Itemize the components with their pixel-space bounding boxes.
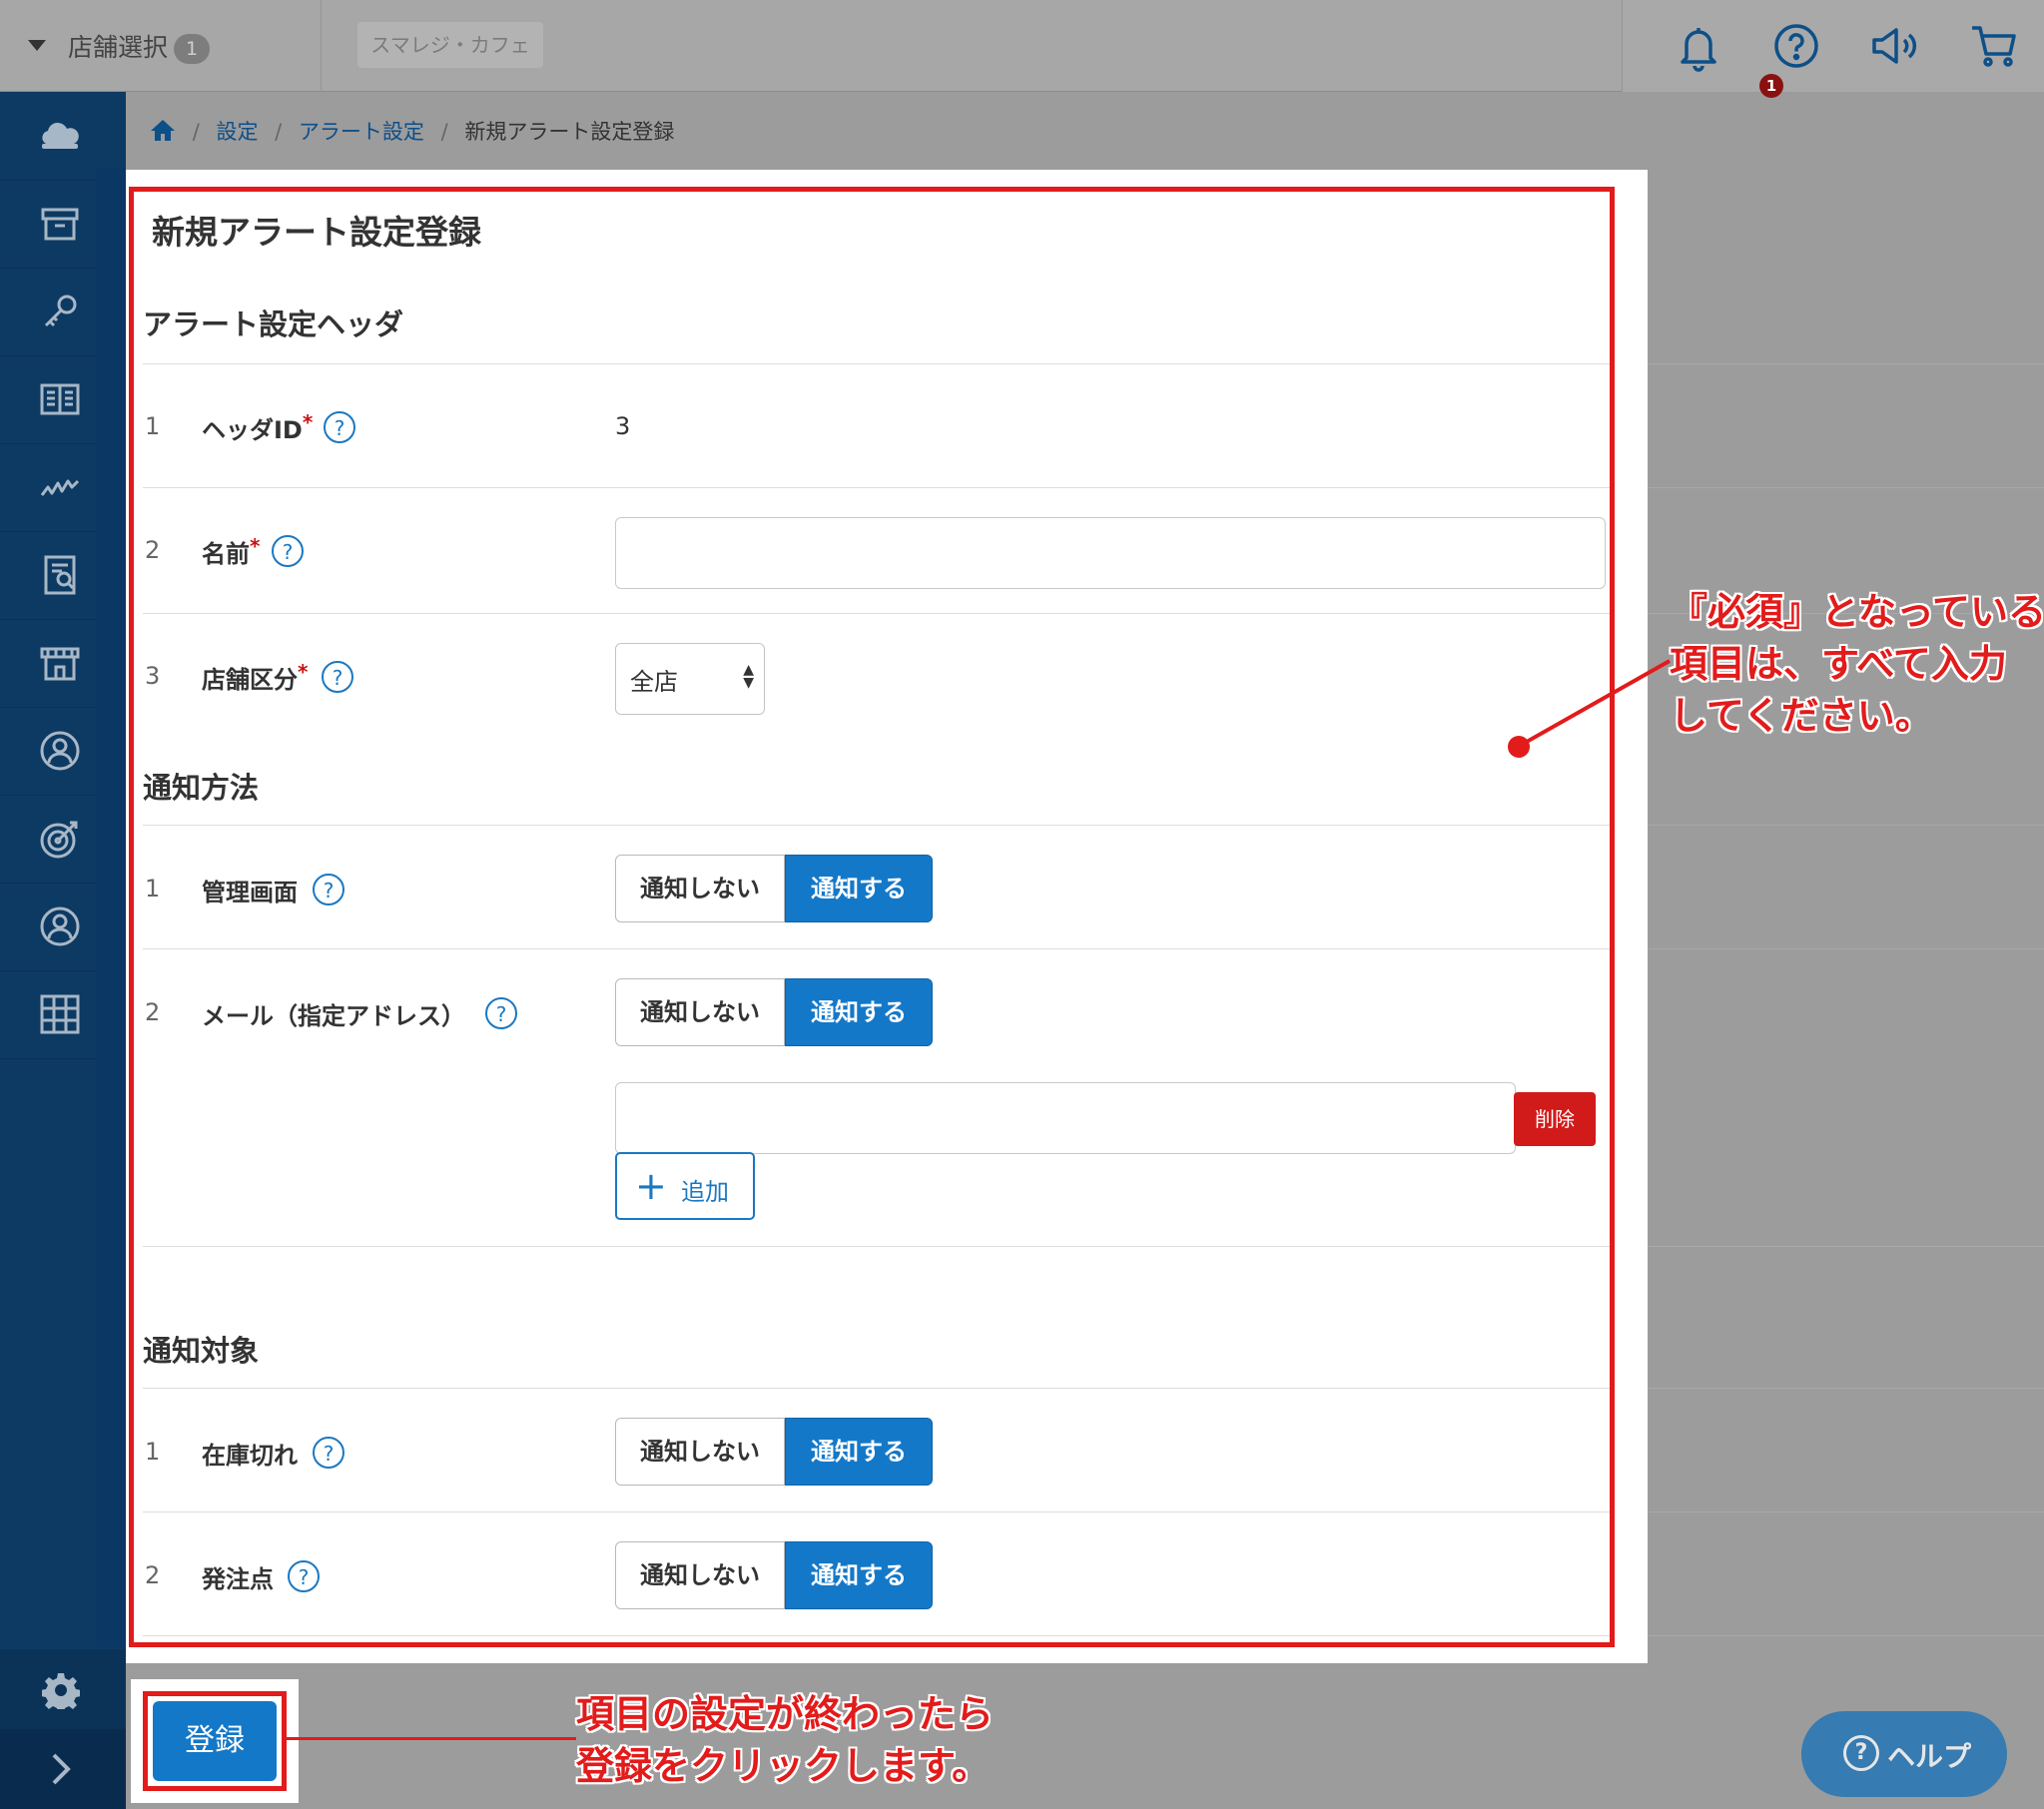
breadcrumb-separator: /	[440, 120, 448, 144]
breadcrumb-current: 新規アラート設定登録	[464, 120, 675, 144]
divider	[1648, 948, 2044, 949]
breadcrumb-settings[interactable]: 設定	[216, 120, 258, 144]
annotation-required-line-2: 項目は、すべて入力	[1670, 642, 2007, 686]
gear-icon	[42, 1673, 80, 1709]
divider	[1648, 363, 2044, 364]
home-icon[interactable]	[150, 118, 176, 142]
annotation-register-line	[287, 1737, 576, 1740]
store-icon	[40, 647, 80, 681]
annotation-register-line-1: 項目の設定が終わったら	[576, 1692, 995, 1736]
sidebar-edge-strip	[96, 168, 126, 1647]
caret-down-icon	[28, 40, 46, 51]
divider	[1648, 1246, 2044, 1247]
store-select-label: 店舗選択	[68, 33, 169, 62]
customer-icon	[40, 731, 80, 771]
key-icon	[44, 295, 77, 327]
user-icon	[40, 906, 80, 946]
help-button-label: ヘルプ	[1887, 1740, 1972, 1773]
receipt-icon	[44, 555, 76, 595]
annotation-required-line-1: 『必須』となっている	[1670, 590, 2044, 634]
annotation-highlight-box	[129, 187, 1615, 1647]
cloud-icon	[42, 122, 79, 149]
current-store-name: スマレジ・カフェ	[357, 22, 543, 68]
register-button[interactable]: 登録	[153, 1701, 277, 1781]
chevron-right-icon	[52, 1753, 71, 1785]
top-bar: 店舗選択 1 スマレジ・カフェ 1	[0, 0, 2044, 98]
divider	[1648, 487, 2044, 488]
top-icon-group: 1	[1622, 0, 2044, 98]
archive-icon	[41, 208, 79, 241]
breadcrumb-separator: /	[192, 120, 200, 144]
breadcrumb: / 設定 / アラート設定 / 新規アラート設定登録	[150, 116, 684, 148]
chart-icon	[40, 479, 80, 496]
divider	[1648, 1388, 2044, 1389]
breadcrumb-separator: /	[275, 120, 283, 144]
breadcrumb-alert-settings[interactable]: アラート設定	[299, 120, 424, 144]
megaphone-icon[interactable]	[1866, 18, 1922, 74]
sidebar-expand[interactable]	[0, 1729, 126, 1809]
sidebar-settings[interactable]	[0, 1649, 126, 1729]
cart-icon[interactable]	[1966, 18, 2022, 74]
target-icon	[40, 821, 78, 859]
annotation-dot	[1508, 736, 1530, 758]
bell-icon[interactable]: 1	[1671, 18, 1783, 98]
divider	[1648, 1635, 2044, 1636]
divider	[1648, 1511, 2044, 1512]
divider	[1648, 825, 2044, 826]
store-select-count-badge: 1	[174, 34, 210, 64]
store-select-dropdown[interactable]: 店舗選択 1	[0, 0, 322, 92]
annotation-required-line-3: してください。	[1670, 694, 1933, 738]
question-icon: ?	[1843, 1735, 1879, 1771]
grid-icon	[40, 994, 80, 1034]
help-floating-button[interactable]: ? ヘルプ	[1801, 1711, 2007, 1797]
book-icon	[40, 383, 80, 415]
annotation-register-line-2: 登録をクリックします。	[576, 1744, 991, 1788]
question-icon[interactable]	[1768, 18, 1824, 74]
notification-count-badge: 1	[1759, 74, 1783, 98]
